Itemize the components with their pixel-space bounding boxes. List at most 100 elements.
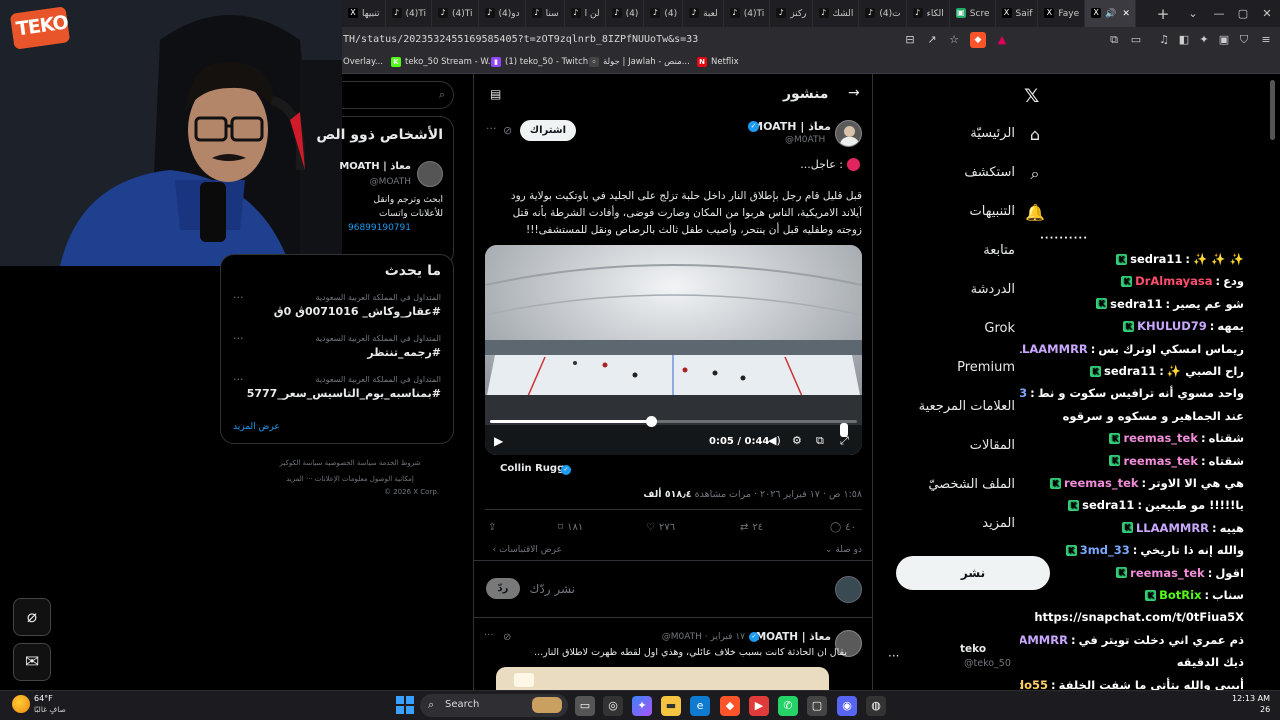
like-action[interactable]: ♡ ٢٧٦ bbox=[646, 522, 675, 533]
author-avatar[interactable] bbox=[835, 120, 862, 147]
browser-tab[interactable]: ♪ سنا bbox=[526, 0, 565, 27]
bookmark-item[interactable]: Overlay... bbox=[343, 57, 383, 67]
chat-username[interactable]: sedra11 bbox=[1104, 364, 1156, 378]
nav-item[interactable]: الملف الشخصيّ bbox=[928, 477, 1015, 492]
install-app-icon[interactable]: ⊟ bbox=[902, 32, 918, 48]
maximize-icon[interactable]: ▢ bbox=[1230, 0, 1256, 27]
share-post-action[interactable]: ⇪ bbox=[488, 522, 496, 533]
chat-username[interactable]: KHULUD79 bbox=[1137, 319, 1207, 333]
follow-avatar[interactable] bbox=[417, 161, 443, 187]
copilot-icon[interactable]: ◎ bbox=[603, 696, 623, 716]
close-tab-icon[interactable]: ✕ bbox=[1122, 9, 1130, 19]
ai-app-icon[interactable]: ✦ bbox=[632, 696, 652, 716]
compass-app-icon[interactable]: ⌀ bbox=[13, 598, 51, 636]
obs-icon[interactable]: ◍ bbox=[866, 696, 886, 716]
video-scrubber-track[interactable] bbox=[490, 420, 857, 423]
new-tab-button[interactable]: + bbox=[1150, 0, 1176, 27]
picture-in-picture-icon[interactable]: ⧉ bbox=[816, 434, 824, 448]
second-post-media[interactable] bbox=[496, 667, 829, 690]
nav-item[interactable]: متابعة bbox=[983, 243, 1015, 258]
notifications-icon[interactable]: 🔔 bbox=[1024, 202, 1046, 224]
related-link[interactable]: ذو صلة ⌄ bbox=[825, 545, 862, 555]
weather-icon[interactable] bbox=[12, 695, 30, 713]
chat-username[interactable]: DrAlmayasa bbox=[1135, 274, 1212, 288]
browser-tab[interactable]: ♪ (4)Ti bbox=[432, 0, 479, 27]
browser-tab[interactable]: X Faye bbox=[1038, 0, 1086, 27]
browser-tab[interactable]: ♪ ركنز bbox=[770, 0, 813, 27]
nav-item[interactable]: العلامات المرجعية bbox=[919, 399, 1015, 414]
leo-ai-icon[interactable]: ✦ bbox=[1196, 32, 1212, 48]
chat-username[interactable]: reemas_tek bbox=[1064, 476, 1139, 490]
browser-menu-icon[interactable]: ≡ bbox=[1258, 32, 1274, 48]
repost-action[interactable]: ⇄ ٢٤ bbox=[740, 522, 763, 533]
sidebar-panel-icon[interactable]: ▭ bbox=[1128, 32, 1144, 48]
chat-username[interactable]: 3md_33 bbox=[1080, 543, 1130, 557]
from-author[interactable]: Collin Rugg bbox=[500, 463, 564, 474]
weather-text[interactable]: صافٍ غالبًا bbox=[34, 705, 66, 714]
whatsapp-icon[interactable]: ✆ bbox=[778, 696, 798, 716]
nav-item[interactable]: المقالات bbox=[970, 438, 1015, 453]
trend-more-icon[interactable]: ··· bbox=[233, 332, 244, 345]
reply-input[interactable]: نشر ردّك bbox=[529, 582, 575, 596]
show-more-link[interactable]: عرض المزيد bbox=[233, 422, 280, 432]
trend-more-icon[interactable]: ··· bbox=[233, 291, 244, 304]
reader-mode-icon[interactable]: ▤ bbox=[490, 87, 501, 101]
nav-item[interactable]: الدردشة bbox=[971, 282, 1015, 297]
share-icon[interactable]: ↗ bbox=[924, 32, 940, 48]
chat-username[interactable]: LLAAMMRR bbox=[1020, 342, 1088, 356]
trend-item[interactable]: المتداول في المملكة العربية السعودية #رجم… bbox=[209, 334, 441, 359]
my-avatar[interactable] bbox=[835, 576, 862, 603]
quotes-link[interactable]: عرض الاقتباسات › bbox=[493, 545, 562, 555]
chat-username[interactable]: reemas_tek bbox=[1123, 454, 1198, 468]
home-icon[interactable]: ⌂ bbox=[1024, 124, 1046, 146]
second-grok-icon[interactable]: ⊘ bbox=[503, 632, 511, 643]
back-arrow-icon[interactable]: → bbox=[848, 85, 860, 101]
wallet-icon[interactable]: ▣ bbox=[1216, 32, 1232, 48]
footer-links-1[interactable]: شروط الخدمة سياسة الخصوصية سياسة الكوكيز bbox=[255, 459, 445, 467]
extensions-icon[interactable]: ⧉ bbox=[1106, 32, 1122, 48]
chat-username[interactable]: BotRix bbox=[1159, 588, 1201, 602]
more-options-icon[interactable]: ··· bbox=[486, 122, 497, 135]
trend-more-icon[interactable]: ··· bbox=[233, 373, 244, 386]
browser-tab[interactable]: ♪ (4)Ti bbox=[724, 0, 771, 27]
taskbar-search[interactable]: ⌕ Search bbox=[420, 694, 568, 717]
nav-item[interactable]: استكشف bbox=[964, 165, 1015, 180]
brave-rewards-icon[interactable]: ▲ bbox=[994, 32, 1010, 48]
follow-phone[interactable]: 96899190791 bbox=[348, 223, 411, 233]
trend-item[interactable]: المتداول في المملكة العربية السعودية #عقا… bbox=[209, 293, 441, 318]
media-player-icon[interactable]: ▶ bbox=[749, 696, 769, 716]
close-window-icon[interactable]: ✕ bbox=[1254, 0, 1280, 27]
url-field[interactable]: TH/status/2023532455169585405?t=zOT9zqln… bbox=[342, 30, 992, 50]
discord-icon[interactable]: ◉ bbox=[837, 696, 857, 716]
chat-username[interactable]: reemas_tek bbox=[1130, 566, 1205, 580]
browser-tab[interactable]: ▣ Scre bbox=[950, 0, 996, 27]
browser-tab[interactable]: ♪ (4) bbox=[644, 0, 684, 27]
vpn-icon[interactable]: ⛉ bbox=[1236, 32, 1252, 48]
footer-links-2[interactable]: إمكانية الوصول معلومات الإعلانات ··· الم… bbox=[255, 475, 445, 483]
nav-item[interactable]: المزيد bbox=[982, 516, 1015, 531]
chat-username[interactable]: sedra11 bbox=[1082, 498, 1134, 512]
weather-temp[interactable]: 64°F bbox=[34, 694, 53, 703]
account-more-icon[interactable]: ··· bbox=[888, 649, 899, 663]
browser-tab[interactable]: X تنبيها bbox=[342, 0, 386, 27]
nav-item[interactable]: الرئيسيّة bbox=[970, 126, 1015, 141]
bookmark-item[interactable]: N Netflix bbox=[697, 57, 739, 67]
volume-icon[interactable]: ◀) bbox=[768, 434, 781, 447]
browser-tab-active[interactable]: X 🔊 ✕ bbox=[1085, 0, 1136, 27]
play-icon[interactable]: ▶ bbox=[494, 434, 503, 448]
chat-username[interactable]: LLAAMMRR bbox=[1020, 633, 1068, 647]
subscribe-button[interactable]: اشتراك bbox=[520, 120, 576, 141]
page-scrollbar[interactable] bbox=[1270, 80, 1275, 140]
second-author-name[interactable]: معاذ | MOATH bbox=[756, 631, 831, 643]
author-name[interactable]: معاذ | MOATH bbox=[752, 120, 831, 133]
minimize-icon[interactable]: — bbox=[1206, 0, 1232, 27]
bookmark-star-icon[interactable]: ☆ bbox=[946, 32, 962, 48]
browser-tab[interactable]: ♪ (4) bbox=[606, 0, 645, 27]
clock-time[interactable]: 12:13 AM bbox=[1232, 694, 1270, 703]
grok-icon[interactable]: ⊘ bbox=[503, 124, 512, 137]
follow-name[interactable]: معاذ | MOATH bbox=[339, 161, 411, 172]
reply-action[interactable]: ◯ ٤٠ bbox=[830, 522, 856, 533]
chat-username[interactable]: reemas_tek bbox=[1123, 431, 1198, 445]
browser-tab[interactable]: ♪ الكاء bbox=[907, 0, 950, 27]
brave-shields-icon[interactable]: ◆ bbox=[970, 32, 986, 48]
